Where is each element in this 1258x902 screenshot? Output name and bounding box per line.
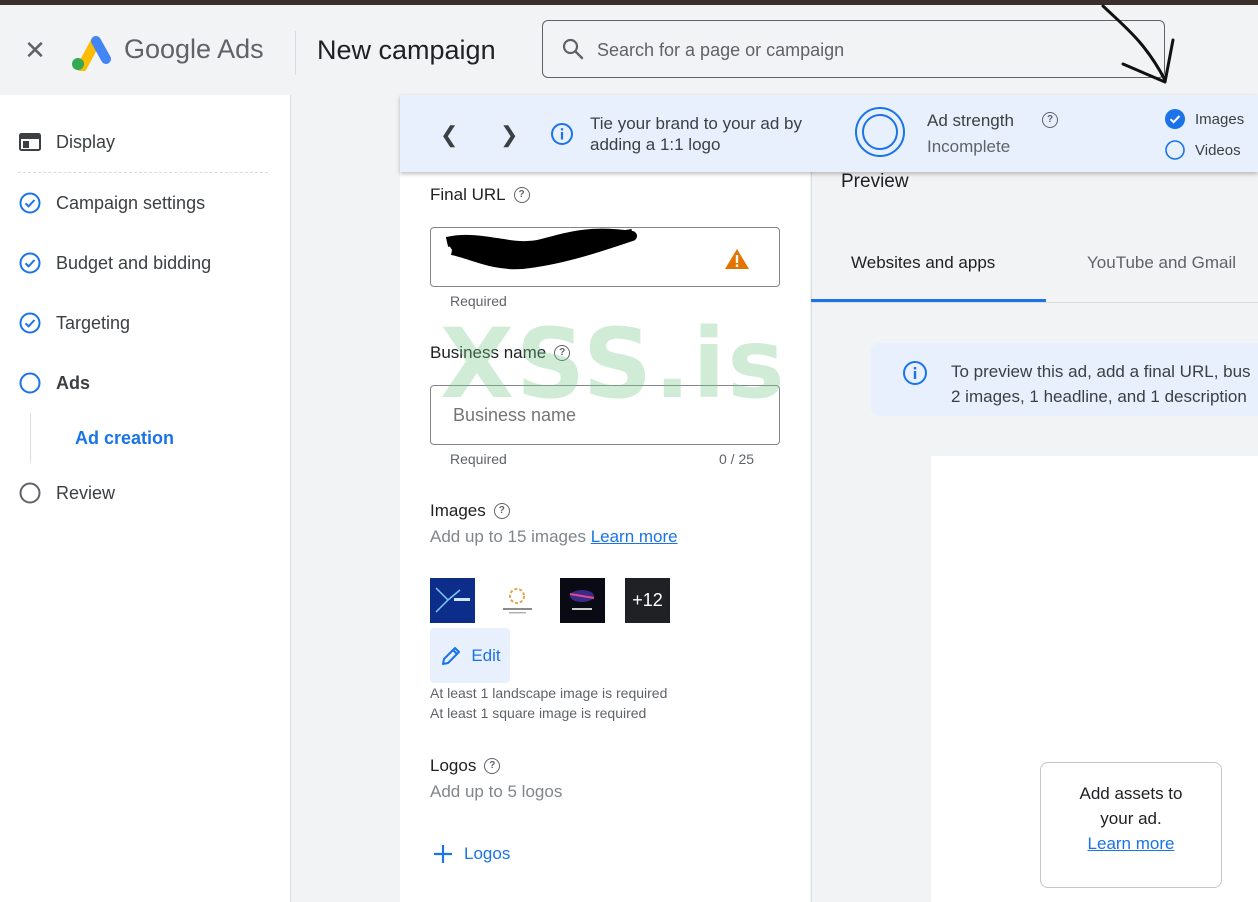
ad-editor-panel [400,95,810,902]
header-divider [295,31,296,75]
annotation-arrow-icon [1101,4,1175,84]
image-thumbnail[interactable] [430,578,475,623]
edit-images-button[interactable]: Edit [430,628,510,683]
business-name-hint: Required [450,451,507,467]
requirement-text: At least 1 square image is required [430,705,647,721]
ad-strength-banner: ❮ ❯ Tie your brand to your ad by adding … [400,95,1258,172]
circle-outline-icon [19,482,41,504]
images-subtitle-text: Add up to 15 images [430,527,586,546]
help-icon[interactable]: ? [554,345,571,361]
nav-item-review[interactable]: Review [18,478,115,508]
banner-tip-text: Tie your brand to your ad by adding a 1:… [590,114,802,154]
preview-info-line: 2 images, 1 headline, and 1 description [951,387,1247,406]
final-url-label: Final URL ? [430,185,530,205]
logos-subtitle: Add up to 5 logos [430,782,563,801]
business-name-field[interactable] [430,385,780,445]
images-label: Images ? [430,501,510,521]
help-icon[interactable]: ? [484,758,501,774]
videos-option[interactable]: Videos [1165,140,1241,160]
nav-divider [18,172,268,173]
final-url-label-text: Final URL [430,185,506,204]
images-learn-more-link[interactable]: Learn more [591,527,678,546]
images-subtitle: Add up to 15 images Learn more [430,527,678,547]
add-logos-button[interactable]: Logos [432,843,510,865]
business-name-label: Business name ? [430,343,571,363]
option-label: Images [1195,110,1245,128]
assets-learn-more-link[interactable]: Learn more [1041,831,1221,856]
nav-item-label: Campaign settings [56,192,206,213]
google-ads-logo-icon [72,36,111,71]
business-name-counter: 0 / 25 [719,451,755,467]
business-name-label-text: Business name [430,343,547,362]
help-icon[interactable]: ? [1042,112,1058,128]
previous-arrow-icon[interactable]: ❮ [440,122,458,148]
close-icon[interactable]: ✕ [20,35,50,65]
check-circle-icon [19,192,41,214]
search-box[interactable] [542,20,1165,78]
thumbnail-graphic-icon [435,587,470,613]
assets-card-text: your ad. [1100,809,1162,828]
requirement-text: At least 1 landscape image is required [430,685,668,701]
info-icon [551,123,573,145]
pencil-icon [442,646,461,665]
logos-label: Logos ? [430,756,501,776]
preview-info-message: To preview this ad, add a final URL, bus… [871,343,1258,416]
check-circle-icon [19,252,41,274]
check-circle-icon [19,312,41,334]
nav-item-label: Budget and bidding [56,252,212,273]
nav-sub-line [30,413,31,463]
business-name-input[interactable] [451,404,755,427]
thumbnail-graphic-icon [569,590,595,610]
left-nav: Display Campaign settings Budget and bid… [0,95,291,902]
edit-button-label: Edit [471,645,501,665]
more-images-badge[interactable]: +12 [625,578,670,623]
nav-item-display[interactable]: Display [18,127,115,157]
nav-item-ads[interactable]: Ads [18,368,90,398]
circle-outline-icon [1165,140,1185,160]
nav-item-label: Ads [56,372,91,393]
help-icon[interactable]: ? [513,187,530,203]
nav-item-budget-bidding[interactable]: Budget and bidding [18,248,211,278]
search-input[interactable] [595,35,1119,65]
nav-item-label: Review [56,482,116,503]
logos-label-text: Logos [430,756,477,775]
redaction-scribble [445,228,637,270]
preview-info-text: To preview this ad, add a final URL, bus… [951,359,1251,409]
image-thumbnail[interactable] [495,578,540,623]
nav-item-campaign-settings[interactable]: Campaign settings [18,188,205,218]
circle-outline-icon [19,372,41,394]
ad-strength-status: Incomplete [927,137,1011,156]
app-header: ✕ Google Ads New campaign [0,5,1258,95]
tab-divider [811,302,1258,303]
nav-item-targeting[interactable]: Targeting [18,308,130,338]
next-arrow-icon[interactable]: ❯ [500,122,518,148]
page-title: New campaign [317,35,496,65]
check-circle-filled-icon [1165,109,1185,129]
ad-strength-ring [855,107,905,157]
option-label: Videos [1195,141,1241,159]
plus-icon [434,845,452,863]
search-icon [562,38,584,60]
nav-item-label: Display [56,131,116,152]
nav-item-label: Targeting [56,312,131,333]
warning-icon [725,249,749,269]
final-url-hint: Required [450,293,507,309]
images-label-text: Images [430,501,486,520]
logo-text: Google Ads [124,34,264,64]
help-icon[interactable]: ? [493,503,510,519]
image-thumbnail[interactable] [560,578,605,623]
thumbnail-graphic-icon [503,588,532,614]
nav-item-ad-creation[interactable]: Ad creation [75,428,174,449]
preview-info-line: To preview this ad, add a final URL, bus [951,362,1251,381]
tab-websites-and-apps[interactable]: Websites and apps [851,253,995,273]
add-assets-card: Add assets to your ad. Learn more [1040,762,1222,888]
preview-title: Preview [841,171,909,192]
info-icon [903,361,927,385]
images-option[interactable]: Images [1165,109,1244,129]
add-logos-label: Logos [464,844,511,863]
ad-strength-title: Ad strength [927,111,1014,130]
tab-youtube-and-gmail[interactable]: YouTube and Gmail [1087,253,1236,273]
assets-card-text: Add assets to [1079,784,1183,803]
display-icon [19,133,41,151]
